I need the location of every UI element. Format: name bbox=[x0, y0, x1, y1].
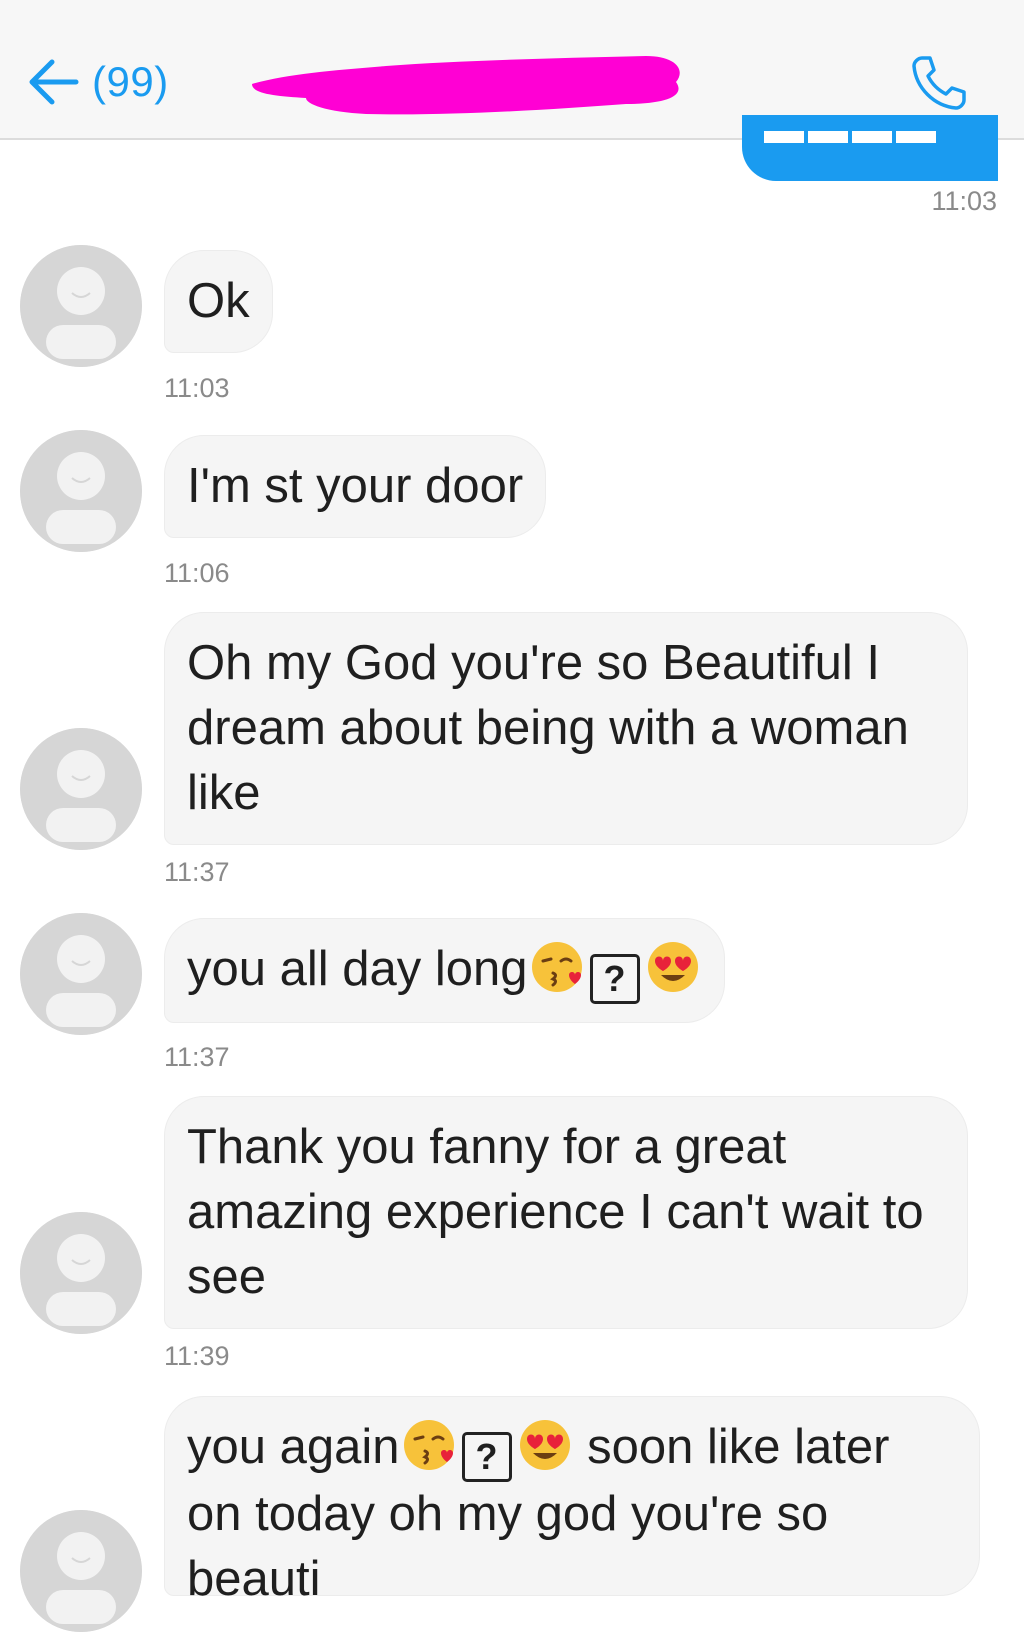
message-text: Oh my God you're so Beautiful I dream ab… bbox=[187, 636, 909, 820]
message-time: 11:37 bbox=[164, 857, 230, 887]
avatar[interactable] bbox=[20, 728, 142, 850]
avatar[interactable] bbox=[20, 430, 142, 552]
message-time: 11:03 bbox=[164, 373, 230, 403]
message-time: 11:06 bbox=[164, 558, 230, 588]
avatar-placeholder-icon bbox=[20, 1510, 142, 1632]
avatar[interactable] bbox=[20, 1212, 142, 1334]
sent-message-bubble[interactable]: ▬▬ ▬▬▬▬ bbox=[742, 115, 998, 181]
message-bubble[interactable]: I'm st your door bbox=[164, 435, 547, 538]
message-text-cut: beauti bbox=[187, 1552, 321, 1606]
avatar[interactable] bbox=[20, 1510, 142, 1632]
message-text-start: you again bbox=[187, 1420, 400, 1474]
avatar-placeholder-icon bbox=[20, 728, 142, 850]
sent-message-text-cut: ▬▬ ▬▬▬▬ bbox=[764, 115, 940, 152]
contact-name-redaction bbox=[246, 52, 686, 127]
back-arrow-icon bbox=[26, 54, 82, 110]
unknown-glyph-icon: ? bbox=[461, 1432, 512, 1482]
message-bubble[interactable]: you all day long ? bbox=[164, 918, 725, 1023]
phone-icon[interactable] bbox=[908, 52, 968, 117]
avatar-placeholder-icon bbox=[20, 1212, 142, 1334]
sent-message-time: 11:03 bbox=[931, 186, 997, 216]
avatar[interactable] bbox=[20, 913, 142, 1035]
avatar-placeholder-icon bbox=[20, 913, 142, 1035]
message-text: Ok bbox=[187, 274, 250, 328]
back-button[interactable]: (99) bbox=[26, 52, 169, 112]
message-bubble[interactable]: you again ? soon like later on today oh … bbox=[164, 1396, 980, 1606]
message-text: Thank you fanny for a great amazing expe… bbox=[187, 1120, 924, 1304]
unknown-glyph-icon: ? bbox=[589, 954, 640, 1004]
avatar[interactable] bbox=[20, 245, 142, 367]
avatar-placeholder-icon bbox=[20, 430, 142, 552]
message-time: 11:37 bbox=[164, 1042, 230, 1072]
message-bubble[interactable]: Ok bbox=[164, 250, 273, 353]
heart-eyes-emoji bbox=[519, 1420, 570, 1470]
message-text: you all day long bbox=[187, 942, 528, 996]
heart-eyes-emoji bbox=[647, 942, 698, 992]
message-bubble[interactable]: Thank you fanny for a great amazing expe… bbox=[164, 1096, 968, 1329]
kissing-heart-emoji bbox=[403, 1420, 454, 1470]
message-time: 11:39 bbox=[164, 1341, 230, 1371]
unread-count: (99) bbox=[92, 58, 169, 105]
message-text: I'm st your door bbox=[187, 459, 524, 513]
message-bubble[interactable]: Oh my God you're so Beautiful I dream ab… bbox=[164, 612, 968, 845]
kissing-heart-emoji bbox=[531, 942, 582, 992]
avatar-placeholder-icon bbox=[20, 245, 142, 367]
